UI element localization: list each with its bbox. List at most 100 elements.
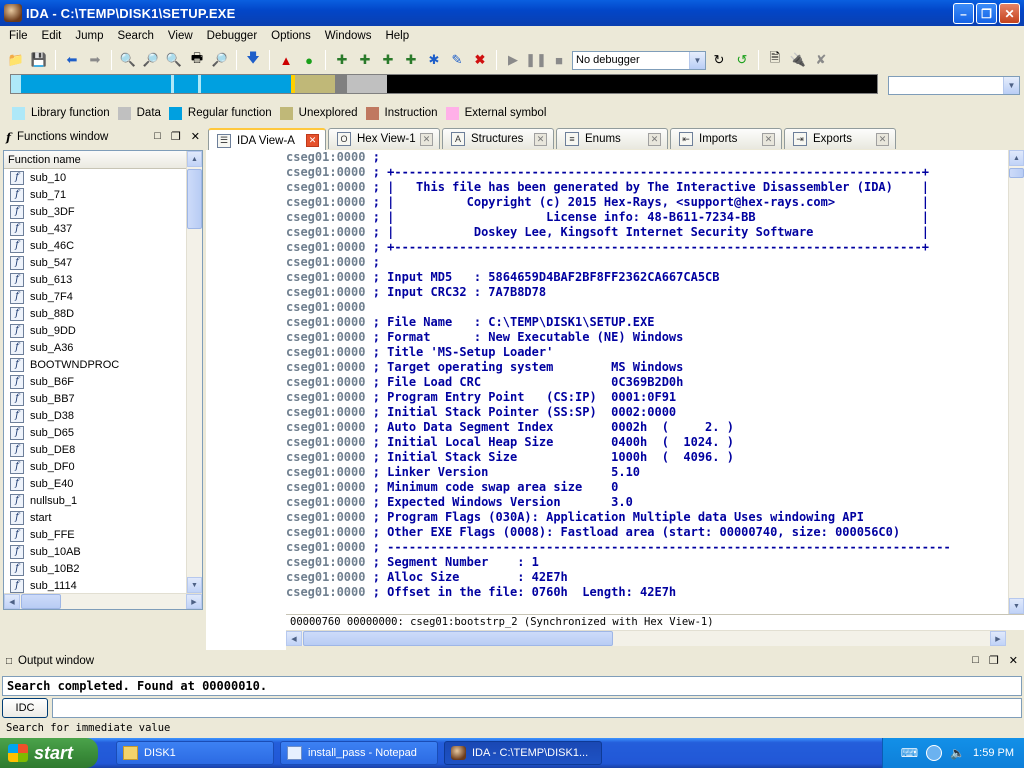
make-array-icon[interactable]: ✚ [401,50,421,70]
column-header-function-name[interactable]: Function name [4,151,202,169]
menu-windows[interactable]: Windows [318,30,379,42]
warning-triangle-icon[interactable]: ▲ [276,50,296,70]
scroll-thumb[interactable] [303,631,613,646]
maximize-pane-icon[interactable]: □ [154,130,161,143]
tab-close-icon[interactable]: ✕ [762,133,775,146]
make-data-icon[interactable]: ✚ [355,50,375,70]
function-list-item[interactable]: f sub_10B2 [4,560,202,577]
taskbar-item-ida[interactable]: IDA - C:\TEMP\DISK1... [444,741,602,765]
disassembly-line[interactable]: cseg01:0000 ; Segment Number : 1 [286,555,1024,570]
function-list-item[interactable]: f sub_10AB [4,543,202,560]
function-list-item[interactable]: f sub_7F4 [4,288,202,305]
idc-command-input[interactable] [52,698,1022,718]
function-list-item[interactable]: f sub_A36 [4,339,202,356]
menu-help[interactable]: Help [378,30,416,42]
disassembly-line[interactable]: cseg01:0000 ; Program Flags (030A): Appl… [286,510,1024,525]
disassembly-line[interactable]: cseg01:0000 ; | License info: 48-B611-72… [286,210,1024,225]
title-bar[interactable]: IDA - C:\TEMP\DISK1\SETUP.EXE – ❐ ✕ [0,0,1024,26]
menu-jump[interactable]: Jump [68,30,110,42]
functions-list[interactable]: Function name f sub_10 f sub_71 f sub_3DF f sub… [3,150,203,610]
function-list-item[interactable]: f sub_DF0 [4,458,202,475]
scroll-left-arrow-icon[interactable]: ◀ [286,631,302,646]
navigation-band[interactable] [10,74,878,94]
disassembly-line[interactable]: cseg01:0000 ; Input MD5 : 5864659D4BAF2B… [286,270,1024,285]
tab-hex-view-1[interactable]: O Hex View-1 ✕ [328,128,440,149]
document-icon[interactable]: 🗎 [765,50,785,70]
keyboard-icon[interactable]: ⌨ [901,746,918,760]
scroll-down-arrow-icon[interactable]: ▼ [1009,598,1024,614]
refresh-green-icon[interactable]: ↺ [732,50,752,70]
function-list-item[interactable]: f sub_88D [4,305,202,322]
menu-debugger[interactable]: Debugger [200,30,265,42]
close-pane-icon[interactable]: ✕ [191,130,200,143]
function-list-item[interactable]: f sub_46C [4,237,202,254]
function-list-item[interactable]: f start [4,509,202,526]
disassembly-line[interactable]: cseg01:0000 ; Auto Data Segment Index 00… [286,420,1024,435]
chevron-down-icon[interactable]: ▼ [1003,77,1019,94]
tab-imports[interactable]: ⇤ Imports ✕ [670,128,782,149]
restore-button[interactable]: ❐ [976,3,997,24]
disassembly-line[interactable]: cseg01:0000 ; Initial Stack Size 1000h (… [286,450,1024,465]
menu-view[interactable]: View [161,30,200,42]
binoculars-hex-icon[interactable]: 🔍 [164,50,184,70]
back-arrow-icon[interactable]: ⬅ [62,50,82,70]
disassembly-line[interactable]: cseg01:0000 ; Initial Stack Pointer (SS:… [286,405,1024,420]
function-list-item[interactable]: f nullsub_1 [4,492,202,509]
function-list-item[interactable]: f sub_BB7 [4,390,202,407]
tab-close-icon[interactable]: ✕ [648,133,661,146]
scroll-thumb[interactable] [21,594,61,609]
idc-button[interactable]: IDC [2,698,48,718]
disassembly-horizontal-scrollbar[interactable]: ◀ ▶ [286,630,1006,646]
tab-close-icon[interactable]: ✕ [534,133,547,146]
menu-file[interactable]: File [2,30,35,42]
float-pane-icon[interactable]: ❐ [171,130,181,143]
search-next-icon[interactable]: 🔎 [210,50,230,70]
minimize-button[interactable]: – [953,3,974,24]
disconnect-icon[interactable]: ✘ [811,50,831,70]
disassembly-line[interactable]: cseg01:0000 ; Expected Windows Version 3… [286,495,1024,510]
plugin-icon[interactable]: 🔌 [788,50,808,70]
functions-horizontal-scrollbar[interactable]: ◀ ▶ [4,593,202,609]
tab-close-icon[interactable]: ✕ [876,133,889,146]
delete-red-x-icon[interactable]: ✖ [470,50,490,70]
function-list-item[interactable]: f sub_9DD [4,322,202,339]
function-list-item[interactable]: f sub_437 [4,220,202,237]
disassembly-line[interactable]: cseg01:0000 ; Format : New Executable (N… [286,330,1024,345]
disassembly-line[interactable]: cseg01:0000 ; | Doskey Lee, Kingsoft Int… [286,225,1024,240]
debugger-select[interactable]: No debugger ▼ [572,50,706,70]
menu-options[interactable]: Options [264,30,318,42]
disassembly-vertical-scrollbar[interactable]: ▲ ▼ [1008,150,1024,614]
disassembly-line[interactable]: cseg01:0000 ; Input CRC32 : 7A7B8D78 [286,285,1024,300]
print-icon[interactable]: 🖶 [187,50,207,70]
make-code-icon[interactable]: ✚ [332,50,352,70]
disassembly-line[interactable]: cseg01:0000 ; +-------------------------… [286,240,1024,255]
disassembly-line[interactable]: cseg01:0000 ; [286,150,1024,165]
scroll-right-arrow-icon[interactable]: ▶ [186,594,202,609]
disassembly-line[interactable]: cseg01:0000 ; Offset in the file: 0760h … [286,585,1024,600]
taskbar-item-disk1[interactable]: DISK1 [116,741,274,765]
menu-edit[interactable]: Edit [35,30,69,42]
tab-enums[interactable]: ≡ Enums ✕ [556,128,668,149]
disassembly-line[interactable]: cseg01:0000 ; [286,255,1024,270]
disassembly-line[interactable]: cseg01:0000 ; File Load CRC 0C369B2D0h [286,375,1024,390]
scroll-left-arrow-icon[interactable]: ◀ [4,594,20,609]
open-folder-icon[interactable]: 📁 [6,50,26,70]
taskbar-item-notepad[interactable]: install_pass - Notepad [280,741,438,765]
menu-search[interactable]: Search [110,30,160,42]
disassembly-line[interactable]: cseg01:0000 ; --------------------------… [286,540,1024,555]
make-ascii-icon[interactable]: ✚ [378,50,398,70]
stop-icon[interactable]: ■ [549,50,569,70]
scroll-thumb[interactable] [1009,168,1024,178]
scroll-down-arrow-icon[interactable]: ▼ [187,577,202,593]
binoculars-text-icon[interactable]: 🔎 [141,50,161,70]
disassembly-line[interactable]: cseg01:0000 ; | Copyright (c) 2015 Hex-R… [286,195,1024,210]
disassembly-line[interactable]: cseg01:0000 ; | This file has been gener… [286,180,1024,195]
scroll-thumb[interactable] [187,169,202,229]
start-button[interactable]: start [0,738,98,768]
function-list-item[interactable]: f BOOTWNDPROC [4,356,202,373]
function-list-item[interactable]: f sub_B6F [4,373,202,390]
function-list-item[interactable]: f sub_DE8 [4,441,202,458]
add-struct-icon[interactable]: ✱ [424,50,444,70]
maximize-pane-icon[interactable]: □ [972,654,979,667]
scroll-up-arrow-icon[interactable]: ▲ [1009,150,1024,166]
